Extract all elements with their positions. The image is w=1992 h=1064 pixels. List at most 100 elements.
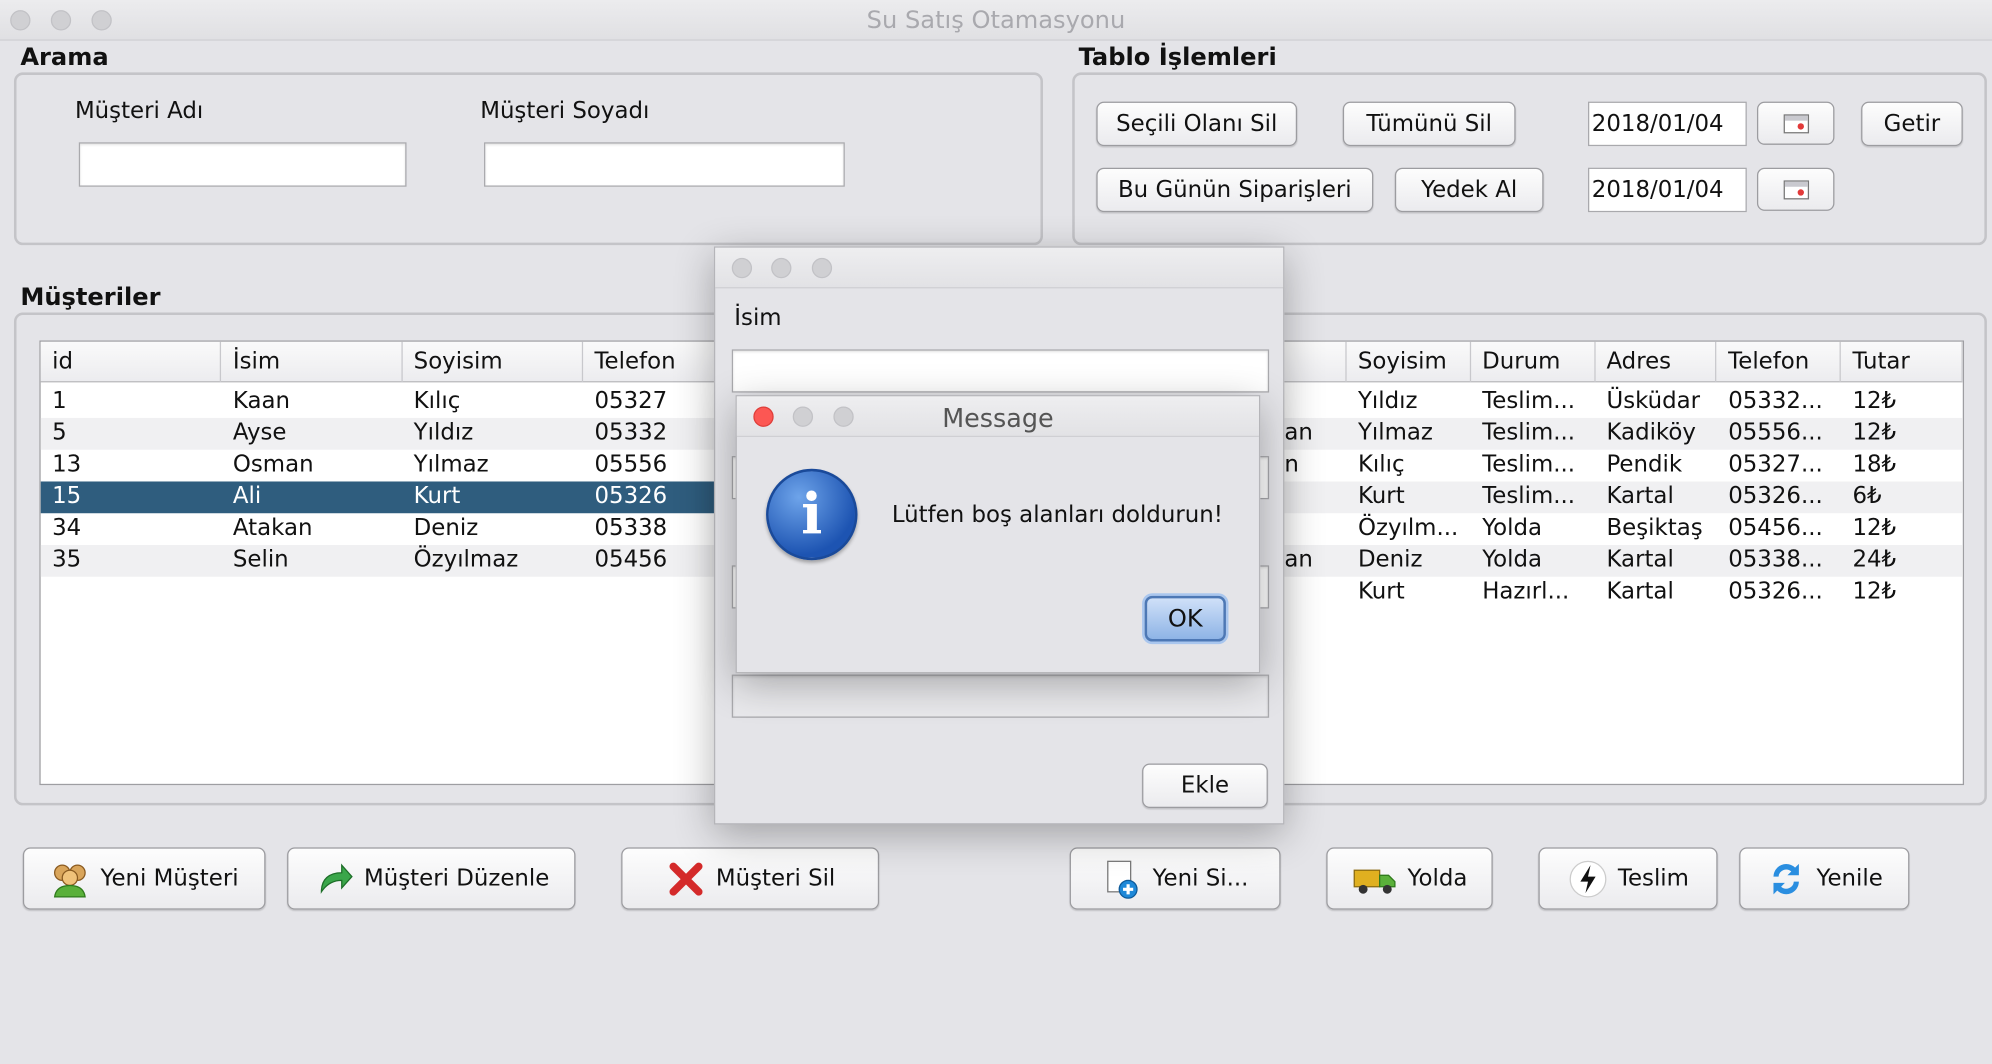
on-the-way-label: Yolda [1407,865,1468,892]
table-row[interactable]: 34 Atakan Deniz 05338 [41,513,724,545]
cell-surname: Yıldız [1357,387,1418,415]
edit-customer-button[interactable]: Müşteri Düzenle [287,847,576,910]
todays-orders-button[interactable]: Bu Günün Siparişleri [1096,167,1374,213]
cell-phone: 05326... [1728,578,1823,605]
add-dialog-name-input[interactable] [731,349,1270,393]
delete-customer-button[interactable]: Müşteri Sil [621,847,880,910]
refresh-button[interactable]: Yenile [1739,847,1910,910]
delete-customer-label: Müşteri Sil [715,865,836,892]
last-name-input[interactable] [484,142,845,187]
cell-phone: 05332 [594,419,668,446]
cell-phone: 05327... [1728,450,1823,478]
backup-button[interactable]: Yedek Al [1394,167,1544,213]
add-dialog-zoom-button[interactable] [811,257,833,279]
table-row[interactable]: Kurt Teslim... Kartal 05326... 6₺ [1246,481,1963,514]
cell-surname: Yılmaz [1357,419,1433,446]
cell-id: 5 [52,419,67,446]
truck-icon [1353,868,1396,894]
date-field-2[interactable]: 2018/01/04 [1588,167,1747,213]
cell-surname: Deniz [1357,546,1423,573]
cell-name: Ayse [232,419,287,446]
cell-name: Ali [232,482,262,510]
table-row[interactable]: Yıldız Teslim... Üsküdar 05332... 12₺ [1246,386,1963,418]
cell-id: 34 [52,514,82,542]
cell-id: 15 [52,482,82,510]
table-row[interactable]: an Yılmaz Teslim... Kadiköy 05556... 12₺ [1246,417,1963,450]
col-header-name[interactable]: İsim [221,341,403,383]
table-ops-panel [1072,72,1987,246]
last-name-label: Müşteri Soyadı [480,97,650,125]
new-customer-button[interactable]: Yeni Müşteri [22,847,266,910]
on-the-way-button[interactable]: Yolda [1326,847,1493,910]
cell-phone: 05327 [594,387,668,415]
add-dialog-field-4[interactable] [731,674,1270,718]
date-picker-button-1[interactable] [1756,101,1835,145]
cell-surname: Yılmaz [413,450,489,478]
ok-button[interactable]: OK [1144,595,1226,642]
col-header-surname[interactable]: Soyisim [1346,341,1471,383]
col-header-status[interactable]: Durum [1471,341,1596,383]
table-row[interactable]: Kurt Hazırl... Kartal 05326... 12₺ [1246,577,1963,609]
date-picker-button-2[interactable] [1756,167,1835,211]
cell-name: Atakan [232,514,313,542]
cell-surname: Kılıç [1357,450,1405,478]
edit-customer-label: Müşteri Düzenle [364,865,550,892]
table-row[interactable]: 1 Kaan Kılıç 05327 [41,386,724,418]
cell-name: Osman [232,450,314,478]
refresh-icon [1773,863,1799,894]
add-dialog-close-button[interactable] [731,257,753,279]
table-row[interactable]: 35 Selin Özyılmaz 05456 [40,545,725,577]
col-header-phone[interactable]: Telefon [583,341,725,383]
new-order-label: Yeni Si... [1152,865,1249,892]
table-row[interactable]: 13 Osman Yılmaz 05556 [41,450,724,482]
cell-amount: 12₺ [1852,514,1897,542]
cell-status: Teslim... [1482,387,1576,415]
customers-table[interactable]: id İsim Soyisim Telefon 1 Kaan Kılıç 05327 5… [39,340,726,786]
cell-phone: 05556 [594,450,668,478]
delete-selected-button[interactable]: Seçili Olanı Sil [1096,101,1298,147]
table-row[interactable]: 5 Ayse Yıldız 05332 [40,417,725,450]
cell-phone: 05338 [594,514,668,542]
cell-name: Selin [232,546,289,573]
col-header-surname[interactable]: Soyisim [402,341,584,383]
cell-status: Teslim... [1482,482,1576,510]
delete-all-button[interactable]: Tümünü Sil [1342,101,1516,147]
cell-phone: 05326... [1728,482,1823,510]
cell-status: Yolda [1482,514,1543,542]
orders-table[interactable]: Soyisim Durum Adres Telefon Tutar Yıldız… [1244,340,1965,786]
window-title: Su Satış Otamasyonu [866,6,1126,35]
cell-amount: 12₺ [1852,578,1897,605]
users-icon [54,863,87,897]
table-row[interactable]: n Kılıç Teslim... Pendik 05327... 18₺ [1246,450,1963,482]
new-order-button[interactable]: Yeni Si... [1069,847,1281,910]
cell-phone: 05456... [1728,514,1823,542]
table-ops-section-title: Tablo İşlemleri [1078,43,1277,72]
customers-section-title: Müşteriler [20,283,161,312]
cell-address: Kartal [1606,578,1674,605]
cell-phone: 05326 [594,482,668,510]
col-header-id[interactable]: id [41,341,222,383]
col-header-amount[interactable]: Tutar [1841,341,1963,383]
message-dialog-title: Message [942,402,1054,434]
delivered-button[interactable]: Teslim [1538,847,1718,910]
add-dialog-minimize-button[interactable] [771,257,792,279]
table-row[interactable]: 15 Ali Kurt 05326 [40,481,725,514]
info-icon: i [766,468,858,561]
redo-arrow-icon [320,862,353,894]
new-document-icon [1107,860,1139,899]
calendar-icon [1783,113,1809,133]
cell-amount: 24₺ [1852,546,1897,573]
col-header-phone[interactable]: Telefon [1717,341,1842,383]
add-dialog-add-button[interactable]: Ekle [1142,763,1268,808]
first-name-input[interactable] [78,142,407,187]
add-dialog-name-label: İsim [734,304,782,332]
cell-id: 13 [52,450,82,478]
cell-amount: 6₺ [1852,482,1882,510]
orders-table-header: Soyisim Durum Adres Telefon Tutar [1246,341,1963,383]
fetch-button[interactable]: Getir [1861,101,1963,147]
table-row[interactable]: Özyılm... Yolda Beşiktaş 05456... 12₺ [1246,513,1963,545]
date-field-1[interactable]: 2018/01/04 [1588,101,1747,147]
cell-phone: 05332... [1728,387,1823,415]
table-row[interactable]: an Deniz Yolda Kartal 05338... 24₺ [1246,545,1963,577]
col-header-address[interactable]: Adres [1595,341,1717,383]
